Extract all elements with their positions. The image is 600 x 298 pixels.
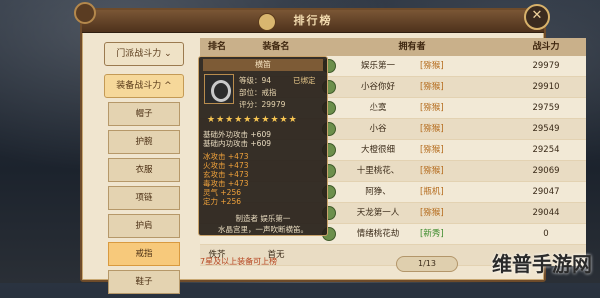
sidebar-item[interactable]: 鞋子 <box>108 270 180 294</box>
owner-cell: 小谷你好 [猕猴] <box>318 77 506 97</box>
sidebar-item[interactable]: 戒指 <box>108 242 180 266</box>
owner-name: 大橙很细 <box>360 145 395 155</box>
item-bound: 已绑定 <box>293 76 316 85</box>
sidebar-item[interactable]: 护腕 <box>108 130 180 154</box>
owner-name: 小谷你好 <box>360 82 395 92</box>
guild-tag: [猕猴] <box>420 61 444 71</box>
guild-tag: [猕猴] <box>420 103 444 113</box>
watermark-text: 维普手游网 <box>492 252 592 276</box>
sidebar-item[interactable]: 衣服 <box>108 158 180 182</box>
owner-name: 阿狰、 <box>365 187 391 197</box>
page-indicator[interactable]: 1/13 <box>396 256 458 272</box>
owner-name: 十里桃花、 <box>356 166 400 176</box>
close-button[interactable]: ✕ <box>524 4 550 30</box>
base-internal-attack: 基础内功攻击 +609 <box>203 139 271 148</box>
sidebar-item[interactable]: 护肩 <box>108 214 180 238</box>
item-score: 评分：29979 <box>239 100 286 109</box>
owner-cell: 天龙第一人 [猕猴] <box>318 203 506 223</box>
header-equip: 装备名 <box>262 42 290 52</box>
item-level: 等级：94 <box>239 76 272 85</box>
title-text: 排行榜 <box>293 14 333 27</box>
table-header: 排名 装备名 拥有者 战斗力 <box>200 38 586 56</box>
owner-cell: 十里桃花、 [猕猴] <box>318 161 506 181</box>
guild-tag: [猕猴] <box>420 145 444 155</box>
owner-cell: 小谷 [猕猴] <box>318 119 506 139</box>
header-owner: 拥有者 <box>398 42 426 52</box>
power-cell: 0 <box>543 229 549 239</box>
title-emblem-icon <box>258 13 276 31</box>
owner-name: 尐寞 <box>369 103 387 113</box>
power-cell: 29759 <box>532 103 560 113</box>
owner-name: 小谷 <box>369 124 387 134</box>
category-equip-power[interactable]: 装备战斗力 ^ <box>104 74 184 98</box>
owner-name: 娱乐第一 <box>360 61 395 71</box>
guild-tag: [猕猴] <box>420 208 444 218</box>
item-tooltip: 横笛 等级：94 已绑定 部位：戒指 评分：29979 ★★★★★★★★★★ 基… <box>198 56 328 236</box>
header-power: 战斗力 <box>532 42 560 52</box>
power-cell: 29910 <box>532 82 560 92</box>
power-cell: 29069 <box>532 166 560 176</box>
header-rank: 排名 <box>207 42 226 52</box>
sidebar-item[interactable]: 项链 <box>108 186 180 210</box>
category-sidebar: 门派战斗力 ⌄ 装备战斗力 ^ 帽子护腕衣服项链护肩戒指鞋子 <box>104 34 184 298</box>
guild-tag: [瓶机] <box>420 187 444 197</box>
guild-tag: [猕猴] <box>420 124 444 134</box>
guild-tag: [猕猴] <box>420 166 444 176</box>
owner-cell: 尐寞 [猕猴] <box>318 98 506 118</box>
maker-line: 制造者 娱乐第一 <box>235 214 291 223</box>
item-description: 水晶宫里，一声吹断横笛。 <box>218 225 308 234</box>
star-rating: ★★★★★★★★★★ <box>207 115 298 125</box>
power-cell: 29254 <box>532 145 560 155</box>
ring-item-icon <box>204 74 234 104</box>
window-title: 排行榜 <box>82 10 544 33</box>
owner-cell: 大橙很细 [猕猴] <box>318 140 506 160</box>
item-slot: 部位：戒指 <box>239 88 277 97</box>
corner-ornament-icon <box>74 2 96 24</box>
footer-note: 7星及以上装备可上榜 <box>200 257 278 266</box>
category-sect-power[interactable]: 门派战斗力 ⌄ <box>104 42 184 66</box>
attribute-line: 定力 +256 <box>203 197 241 206</box>
guild-tag: [猕猴] <box>420 82 444 92</box>
owner-cell: 阿狰、 [瓶机] <box>318 182 506 202</box>
guild-tag: [新秀] <box>420 229 444 239</box>
power-cell: 29044 <box>532 208 560 218</box>
power-cell: 29047 <box>532 187 560 197</box>
owner-cell: 情绪桃花劫 [新秀] <box>318 224 506 244</box>
power-cell: 29549 <box>532 124 560 134</box>
power-cell: 29979 <box>532 61 560 71</box>
equip-slot-list: 帽子护腕衣服项链护肩戒指鞋子 <box>104 102 184 294</box>
owner-cell: 娱乐第一 [猕猴] <box>318 56 506 76</box>
item-name: 横笛 <box>203 59 323 71</box>
owner-name: 天龙第一人 <box>356 208 400 218</box>
sidebar-item[interactable]: 帽子 <box>108 102 180 126</box>
owner-name: 情绪桃花劫 <box>356 229 400 239</box>
